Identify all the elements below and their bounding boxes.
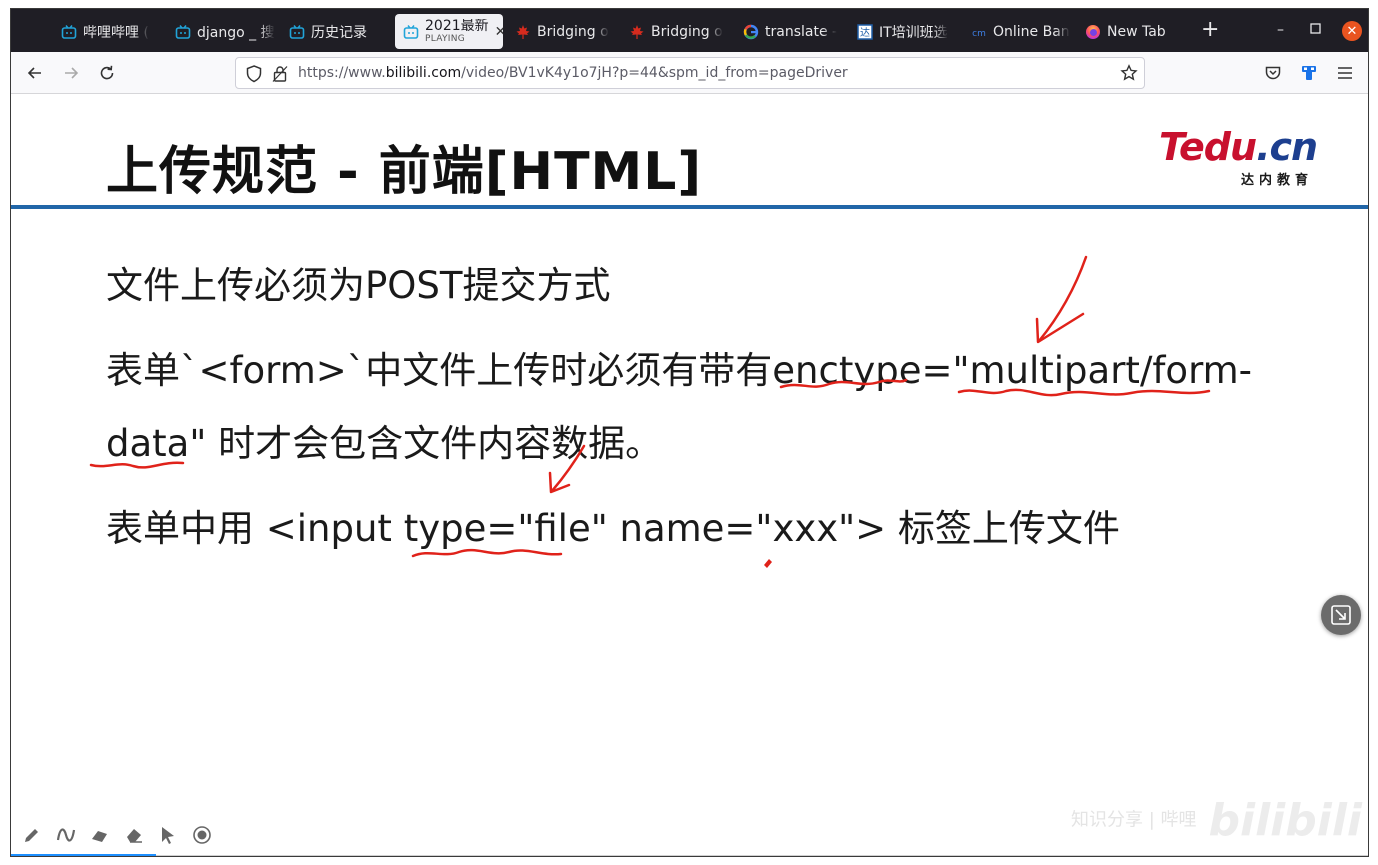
url-bar[interactable]: https://www.bilibili.com/video/BV1vK4y1o…: [235, 57, 1145, 89]
tab-label: Bridging o: [537, 24, 609, 40]
exit-fullscreen-icon[interactable]: [1321, 595, 1361, 635]
tab-online-banking[interactable]: cm Online Ban: [971, 16, 1071, 48]
video-player[interactable]: 上传规范 - 前端[HTML] Tedu.cn 达内教育 文件上传必须为POST…: [11, 95, 1368, 856]
back-arrow-icon[interactable]: [24, 62, 46, 84]
title-divider: [11, 205, 1368, 209]
shield-icon[interactable]: [246, 65, 262, 87]
forward-arrow-icon[interactable]: [60, 62, 82, 84]
navigation-bar: https://www.bilibili.com/video/BV1vK4y1o…: [11, 52, 1368, 94]
bookmark-star-icon[interactable]: [1120, 64, 1138, 86]
record-tool-icon[interactable]: [191, 824, 213, 846]
bilibili-watermark: 知识分享 | 哔哩 bilibili: [1071, 795, 1362, 846]
slide-line-3: data" 时才会包含文件内容数据。: [106, 422, 663, 465]
tab-label: django _ 搜: [197, 25, 275, 41]
minimize-icon[interactable]: –: [1277, 22, 1284, 38]
extension-icon[interactable]: [1298, 62, 1320, 84]
tab-it-training[interactable]: 达 IT培训班选: [857, 16, 957, 48]
site-icon: 达: [857, 24, 873, 40]
browser-window: 哔哩哔哩 ( django _ 搜 历史记录 2021最新 PLAYING ✕ …: [10, 8, 1369, 857]
red-ink-annotations: [89, 255, 1211, 568]
pen-cursor-icon: [764, 559, 772, 568]
google-icon: [743, 24, 759, 40]
bilibili-tv-icon: [403, 24, 419, 40]
tab-history[interactable]: 历史记录: [289, 16, 389, 48]
ink-arrow-head-multipart: [1035, 312, 1085, 344]
tab-label: 2021最新: [425, 19, 489, 33]
pocket-icon[interactable]: [1262, 62, 1284, 84]
bilibili-tv-icon: [61, 24, 77, 40]
tedu-logo: Tedu.cn 达内教育: [1159, 125, 1318, 188]
tab-strip: 哔哩哔哩 ( django _ 搜 历史记录 2021最新 PLAYING ✕ …: [11, 9, 1368, 52]
tab-playing-indicator: PLAYING: [425, 34, 466, 44]
eraser-tool-icon[interactable]: [123, 824, 145, 846]
tab-active-video[interactable]: 2021最新 PLAYING ✕: [395, 14, 503, 49]
tab-new-tab[interactable]: New Tab: [1085, 16, 1185, 48]
csdn-icon: cm: [971, 24, 987, 40]
highlighter-tool-icon[interactable]: [89, 824, 111, 846]
bilibili-tv-icon: [175, 24, 191, 40]
pen-tool-icon[interactable]: [21, 824, 43, 846]
tab-bridging-1[interactable]: Bridging o: [515, 16, 615, 48]
tab-label: 历史记录: [311, 25, 367, 41]
maximize-icon[interactable]: [1310, 22, 1321, 38]
tab-label: 哔哩哔哩 (: [83, 25, 149, 41]
new-tab-plus-icon[interactable]: +: [1201, 19, 1219, 41]
maple-leaf-icon: [629, 24, 645, 40]
video-progress-fill[interactable]: [11, 854, 156, 856]
url-text[interactable]: https://www.bilibili.com/video/BV1vK4y1o…: [298, 65, 848, 81]
slide-title: 上传规范 - 前端[HTML]: [106, 142, 703, 202]
firefox-icon: [1085, 24, 1101, 40]
tab-django-search[interactable]: django _ 搜: [175, 16, 275, 48]
close-tab-icon[interactable]: ✕: [495, 24, 503, 40]
tab-label: IT培训班选: [879, 25, 948, 41]
tab-bilibili-home[interactable]: 哔哩哔哩 (: [61, 16, 161, 48]
tab-label: translate -: [765, 24, 838, 40]
pointer-tool-icon[interactable]: [157, 824, 179, 846]
menu-hamburger-icon[interactable]: [1334, 62, 1356, 84]
slide-line-4: 表单中用 <input type="file" name="xxx"> 标签上传…: [106, 507, 1120, 550]
slide-line-2: 表单`<form>`中文件上传时必须有带有enctype="multipart/…: [106, 349, 1253, 392]
reload-icon[interactable]: [96, 62, 118, 84]
window-close-icon[interactable]: ✕: [1342, 21, 1362, 41]
video-progress-track[interactable]: [156, 855, 1368, 856]
slide-line-1: 文件上传必须为POST提交方式: [106, 264, 611, 307]
lock-icon[interactable]: [272, 65, 288, 87]
tab-label: New Tab: [1107, 24, 1166, 40]
tab-label: Online Ban: [993, 24, 1070, 40]
svg-text:cm: cm: [972, 29, 986, 39]
annotation-toolbar: [21, 823, 213, 847]
tab-translate[interactable]: translate -: [743, 16, 843, 48]
ink-arrow-head-file: [548, 471, 571, 494]
ink-arrow-shaft-multipart: [1037, 255, 1088, 343]
tab-bridging-2[interactable]: Bridging o: [629, 16, 729, 48]
bilibili-tv-icon: [289, 24, 305, 40]
svg-text:达: 达: [860, 27, 870, 39]
curve-tool-icon[interactable]: [55, 824, 77, 846]
maple-leaf-icon: [515, 24, 531, 40]
tab-label: Bridging o: [651, 24, 723, 40]
